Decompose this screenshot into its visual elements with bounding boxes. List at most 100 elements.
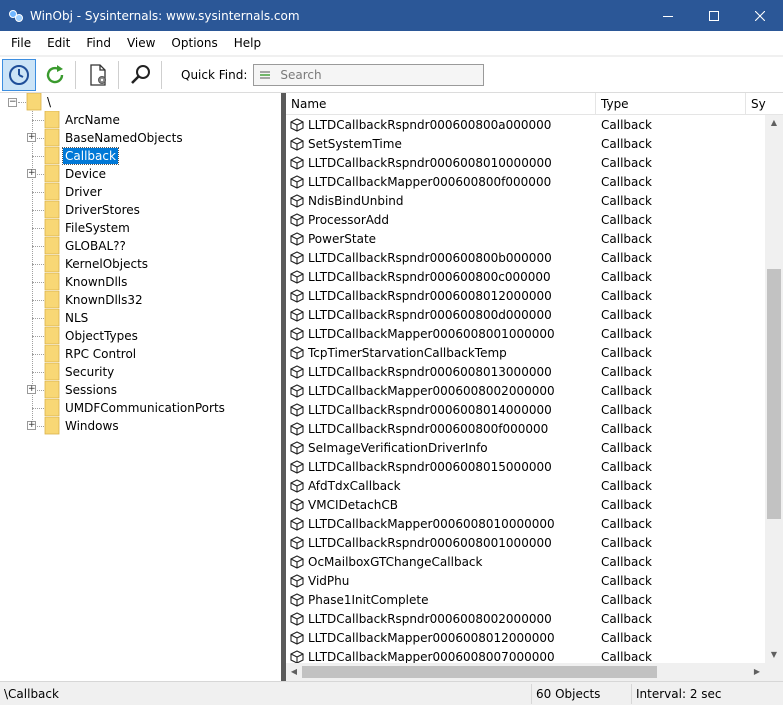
- vertical-scrollbar[interactable]: ▲ ▼: [765, 115, 783, 663]
- list-row[interactable]: VidPhu Callback: [286, 571, 766, 590]
- menu-file[interactable]: File: [3, 31, 39, 56]
- menu-options[interactable]: Options: [163, 31, 225, 56]
- tree-expand-button[interactable]: +: [27, 421, 36, 430]
- row-type: Callback: [601, 649, 652, 664]
- list-row[interactable]: LLTDCallbackRspndr0006008012000000 Callba…: [286, 286, 766, 305]
- tree-item[interactable]: NLS: [44, 309, 90, 327]
- row-name-cell: LLTDCallbackMapper0006008007000000: [286, 650, 596, 663]
- tree-item[interactable]: GLOBAL??: [44, 237, 128, 255]
- maximize-button[interactable]: [691, 0, 737, 31]
- scroll-up-icon[interactable]: ▲: [766, 115, 782, 131]
- search-input[interactable]: [278, 66, 479, 83]
- list-row[interactable]: LLTDCallbackRspndr000600800a000000 Callba…: [286, 115, 766, 134]
- row-name-cell: PowerState: [286, 232, 596, 246]
- refresh-icon: [46, 64, 64, 83]
- refresh-button[interactable]: [38, 59, 72, 91]
- tree-item[interactable]: Device: [44, 165, 108, 183]
- list-row[interactable]: LLTDCallbackRspndr0006008002000000 Callba…: [286, 609, 766, 628]
- list-row[interactable]: LLTDCallbackMapper0006008012000000 Callba…: [286, 628, 766, 647]
- column-symlink-header[interactable]: Sy: [746, 93, 783, 115]
- list-row[interactable]: LLTDCallbackRspndr000600800c000000 Callba…: [286, 267, 766, 286]
- quick-find-box[interactable]: [253, 63, 485, 86]
- tree-item[interactable]: FileSystem: [44, 219, 132, 237]
- horizontal-scrollbar[interactable]: ◀ ▶: [286, 663, 765, 681]
- menu-edit[interactable]: Edit: [39, 31, 78, 56]
- list-row[interactable]: NdisBindUnbind Callback: [286, 191, 766, 210]
- callback-object-icon: [290, 592, 304, 607]
- properties-button[interactable]: [81, 59, 115, 91]
- tree-item[interactable]: KernelObjects: [44, 255, 150, 273]
- list-row[interactable]: LLTDCallbackRspndr000600800b000000 Callba…: [286, 248, 766, 267]
- tree-item[interactable]: Security: [44, 363, 116, 381]
- list-row[interactable]: OcMailboxGTChangeCallback Callback: [286, 552, 766, 571]
- list-row[interactable]: LLTDCallbackMapper0006008002000000 Callba…: [286, 381, 766, 400]
- list-row[interactable]: LLTDCallbackMapper0006008010000000 Callba…: [286, 514, 766, 533]
- tree-item[interactable]: Driver: [44, 183, 104, 201]
- tree-expand-button[interactable]: +: [27, 133, 36, 142]
- row-name: LLTDCallbackRspndr0006008012000000: [308, 288, 552, 303]
- auto-refresh-button[interactable]: [2, 58, 36, 91]
- object-tree[interactable]: − \ ArcName + BaseNamedObjects Callback + Devic…: [0, 93, 281, 681]
- tree-item[interactable]: ObjectTypes: [44, 327, 140, 345]
- list-row[interactable]: LLTDCallbackRspndr0006008013000000 Callba…: [286, 362, 766, 381]
- list-row[interactable]: AfdTdxCallback Callback: [286, 476, 766, 495]
- row-name-cell: LLTDCallbackRspndr0006008014000000: [286, 403, 596, 417]
- menu-view[interactable]: View: [119, 31, 163, 56]
- tree-item[interactable]: DriverStores: [44, 201, 142, 219]
- menu-help[interactable]: Help: [226, 31, 269, 56]
- folder-icon: [44, 165, 60, 183]
- tree-item[interactable]: Callback: [44, 147, 119, 165]
- tree-item[interactable]: Windows: [44, 417, 121, 435]
- folder-icon: [44, 345, 60, 363]
- list-row[interactable]: Phase1InitComplete Callback: [286, 590, 766, 609]
- tree-item-label: ObjectTypes: [65, 329, 138, 343]
- row-type: Callback: [601, 421, 652, 436]
- list-row[interactable]: LLTDCallbackMapper0006008007000000 Callba…: [286, 647, 766, 663]
- tree-item-root[interactable]: \: [26, 93, 53, 111]
- scroll-down-icon[interactable]: ▼: [766, 647, 782, 663]
- tree-item[interactable]: ArcName: [44, 111, 122, 129]
- row-type: Callback: [601, 592, 652, 607]
- list-row[interactable]: LLTDCallbackRspndr0006008015000000 Callba…: [286, 457, 766, 476]
- menu-find[interactable]: Find: [78, 31, 119, 56]
- tree-item[interactable]: KnownDlls: [44, 273, 129, 291]
- scroll-right-icon[interactable]: ▶: [749, 664, 765, 680]
- toolbar-separator: [75, 60, 76, 89]
- list-row[interactable]: LLTDCallbackMapper0006008001000000 Callba…: [286, 324, 766, 343]
- tree-expand-button[interactable]: +: [27, 385, 36, 394]
- row-type: Callback: [601, 535, 652, 550]
- list-row[interactable]: ProcessorAdd Callback: [286, 210, 766, 229]
- tree-collapse-root[interactable]: −: [8, 98, 17, 107]
- scroll-left-icon[interactable]: ◀: [286, 664, 302, 680]
- object-list[interactable]: Name Type Sy LLTDCallbackRspndr000600800…: [286, 93, 783, 681]
- tree-item[interactable]: KnownDlls32: [44, 291, 145, 309]
- tree-item-label: Device: [65, 167, 107, 181]
- horizontal-scroll-thumb[interactable]: [302, 666, 657, 678]
- list-row[interactable]: LLTDCallbackMapper000600800f000000 Callba…: [286, 172, 766, 191]
- list-row[interactable]: LLTDCallbackRspndr0006008010000000 Callba…: [286, 153, 766, 172]
- list-row[interactable]: LLTDCallbackRspndr000600800f000000 Callba…: [286, 419, 766, 438]
- tree-item[interactable]: BaseNamedObjects: [44, 129, 185, 147]
- column-name-header[interactable]: Name: [286, 93, 596, 115]
- list-row[interactable]: LLTDCallbackRspndr0006008014000000 Callba…: [286, 400, 766, 419]
- tree-expand-button[interactable]: +: [27, 169, 36, 178]
- tree-item[interactable]: UMDFCommunicationPorts: [44, 399, 227, 417]
- close-button[interactable]: [737, 0, 783, 31]
- list-row[interactable]: PowerState Callback: [286, 229, 766, 248]
- column-type-header[interactable]: Type: [596, 93, 746, 115]
- list-row[interactable]: SetSystemTime Callback: [286, 134, 766, 153]
- list-row[interactable]: LLTDCallbackRspndr0006008001000000 Callba…: [286, 533, 766, 552]
- list-row[interactable]: LLTDCallbackRspndr000600800d000000 Callba…: [286, 305, 766, 324]
- tree-item[interactable]: RPC Control: [44, 345, 138, 363]
- find-button[interactable]: [124, 59, 158, 91]
- list-header: Name Type Sy: [286, 93, 783, 115]
- row-type: Callback: [601, 136, 652, 151]
- toolbar-separator: [118, 60, 119, 89]
- list-row[interactable]: VMCIDetachCB Callback: [286, 495, 766, 514]
- list-row[interactable]: TcpTimerStarvationCallbackTemp Callback: [286, 343, 766, 362]
- list-row[interactable]: SeImageVerificationDriverInfo Callback: [286, 438, 766, 457]
- tree-item[interactable]: Sessions: [44, 381, 119, 399]
- vertical-scroll-thumb[interactable]: [767, 269, 781, 519]
- minimize-button[interactable]: [645, 0, 691, 31]
- row-name-cell: LLTDCallbackRspndr0006008012000000: [286, 289, 596, 303]
